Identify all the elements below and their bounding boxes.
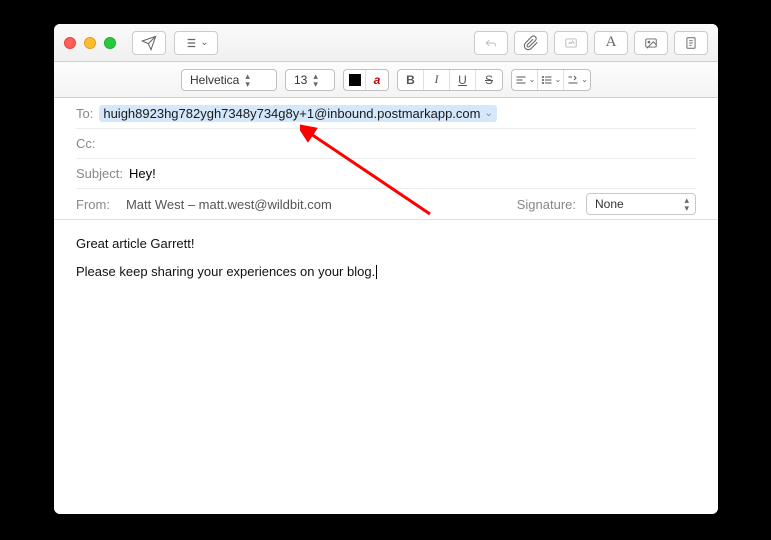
align-left-icon [514,74,528,86]
cc-row: Cc: [76,128,696,158]
stationery-button[interactable] [674,31,708,55]
right-toolbar-group: A [474,31,708,55]
window-controls [64,37,116,49]
message-headers: To: huigh8923hg782ygh7348y734g8y+1@inbou… [54,98,718,220]
photo-browser-button[interactable] [634,31,668,55]
from-value[interactable]: Matt West – matt.west@wildbit.com [126,197,332,212]
minimize-window-button[interactable] [84,37,96,49]
to-field[interactable]: huigh8923hg782ygh7348y734g8y+1@inbound.p… [99,105,696,122]
background-color-button[interactable]: a [366,70,388,90]
document-icon [684,36,698,50]
stepper-arrows-icon: ▴▾ [684,196,689,212]
chevron-down-icon: ⌄ [484,108,492,119]
recipient-address: huigh8923hg782ygh7348y734g8y+1@inbound.p… [103,106,480,121]
titlebar: ⌄ A [54,24,718,62]
stepper-arrows-icon: ▴▾ [313,72,318,88]
body-line-2-text: Please keep sharing your experiences on … [76,264,375,279]
chevron-down-icon: ⌄ [555,75,562,84]
photo-icon [643,36,659,50]
format-toolbar: Helvetica ▴▾ 13 ▴▾ a B I U S ⌄ ⌄ [54,62,718,98]
send-button[interactable] [132,31,166,55]
reply-arrow-icon [483,36,499,50]
font-size-select[interactable]: 13 ▴▾ [285,69,335,91]
italic-button[interactable]: I [424,70,450,90]
list-icon [183,36,197,50]
chevron-down-icon: ⌄ [581,75,588,84]
bold-button[interactable]: B [398,70,424,90]
subject-row: Subject: Hey! [76,158,696,188]
bullet-list-icon [540,74,554,86]
font-family-select[interactable]: Helvetica ▴▾ [181,69,277,91]
paper-plane-icon [141,35,157,51]
to-row: To: huigh8923hg782ygh7348y734g8y+1@inbou… [76,98,696,128]
font-family-value: Helvetica [190,73,239,87]
alignment-group: ⌄ ⌄ ⌄ [511,69,591,91]
text-style-group: B I U S [397,69,503,91]
text-cursor [376,265,377,279]
signature-label: Signature: [517,197,576,212]
chevron-down-icon: ⌄ [200,37,208,48]
indent-icon [566,74,580,86]
letter-a-icon: a [374,73,381,87]
close-window-button[interactable] [64,37,76,49]
from-row: From: Matt West – matt.west@wildbit.com … [76,188,696,219]
message-body[interactable]: Great article Garrett! Please keep shari… [54,220,718,514]
stepper-arrows-icon: ▴▾ [245,72,250,88]
to-label: To: [76,106,93,121]
indent-button[interactable]: ⌄ [564,70,590,90]
cc-label: Cc: [76,136,96,151]
attach-button[interactable] [514,31,548,55]
zoom-window-button[interactable] [104,37,116,49]
signature-select[interactable]: None ▴▾ [586,193,696,215]
from-label: From: [76,197,110,212]
text-color-button[interactable] [344,70,366,90]
compose-window: ⌄ A Helvetica ▴▾ 13 [54,24,718,514]
font-size-value: 13 [294,73,307,87]
underline-button[interactable]: U [450,70,476,90]
markup-icon [563,36,579,50]
chevron-down-icon: ⌄ [529,75,536,84]
body-line-1: Great article Garrett! [76,234,696,254]
body-line-2: Please keep sharing your experiences on … [76,262,696,282]
subject-field[interactable]: Hey! [129,166,696,181]
signature-value: None [595,197,624,211]
list-button[interactable]: ⌄ [538,70,564,90]
header-fields-button[interactable]: ⌄ [174,31,218,55]
paperclip-icon [523,35,539,51]
color-group: a [343,69,389,91]
recipient-chip[interactable]: huigh8923hg782ygh7348y734g8y+1@inbound.p… [99,105,497,122]
reply-button[interactable] [474,31,508,55]
format-button[interactable]: A [594,31,628,55]
strikethrough-button[interactable]: S [476,70,502,90]
markup-button[interactable] [554,31,588,55]
subject-label: Subject: [76,166,123,181]
align-button[interactable]: ⌄ [512,70,538,90]
